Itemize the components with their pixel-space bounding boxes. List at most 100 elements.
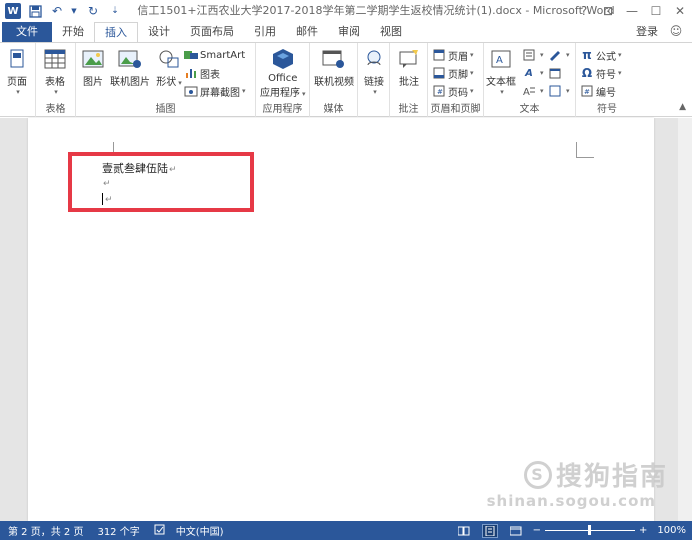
link-globe-icon: [361, 47, 387, 71]
page-count[interactable]: 第 2 页，共 2 页: [8, 523, 83, 538]
tab-references[interactable]: 引用: [244, 22, 286, 42]
crop-mark-top-right: [576, 142, 594, 158]
links-button[interactable]: 链接 ▾: [361, 47, 387, 96]
word-app-icon[interactable]: W: [4, 2, 22, 20]
collapse-ribbon-icon[interactable]: ▲: [679, 102, 686, 112]
zoom-level[interactable]: 100%: [657, 525, 686, 536]
numbering-button[interactable]: # 编号: [580, 83, 616, 99]
object-icon[interactable]: ▾: [548, 83, 570, 99]
group-label-comments: 批注: [398, 104, 419, 115]
minimize-icon[interactable]: —: [620, 0, 644, 22]
customize-qat-icon[interactable]: ⇣: [106, 2, 124, 20]
screenshot-button[interactable]: 屏幕截图 ▾: [184, 83, 246, 99]
ribbon: 页面 ▾ 表格 ▾ 表格 图片 联机图片 形状 ▾ SmartArt 图表 屏幕…: [0, 42, 692, 117]
group-illustrations: 图片 联机图片 形状 ▾ SmartArt 图表 屏幕截图 ▾ 插图: [76, 43, 256, 117]
print-layout-icon[interactable]: [481, 523, 498, 538]
document-area: 壹贰叁肆伍陆↵ ↵ ↵ S 搜狗指南 shinan.sogou.com: [0, 118, 692, 521]
chart-button[interactable]: 图表: [184, 65, 220, 81]
picture-button[interactable]: 图片: [80, 47, 106, 88]
redo-icon[interactable]: ↻: [84, 2, 102, 20]
group-label-tables: 表格: [45, 104, 66, 115]
status-bar: 第 2 页，共 2 页 312 个字 中文(中国) − + 100%: [0, 521, 692, 540]
page-number-button[interactable]: # 页码 ▾: [432, 83, 474, 99]
online-video-button[interactable]: 联机视频: [314, 47, 354, 88]
quick-parts-icon[interactable]: ▾: [522, 47, 544, 63]
pages-button[interactable]: 页面 ▾: [4, 47, 30, 96]
svg-text:#: #: [584, 88, 590, 96]
zoom-slider[interactable]: [545, 525, 636, 535]
group-label-header-footer: 页眉和页脚: [430, 104, 481, 115]
help-icon[interactable]: ?: [572, 0, 596, 22]
group-tables: 表格 ▾ 表格: [36, 43, 76, 117]
language[interactable]: 中文(中国): [176, 523, 224, 538]
office-store-icon: [270, 47, 296, 71]
group-header-footer: 页眉 ▾ 页脚 ▾ # 页码 ▾ 页眉和页脚: [428, 43, 484, 117]
group-symbols: π 公式 ▾ Ω 符号 ▾ # 编号 符号: [576, 43, 638, 117]
zoom-in-button[interactable]: +: [639, 525, 647, 536]
textbox-button[interactable]: A 文本框 ▾: [486, 47, 516, 96]
smartart-button[interactable]: SmartArt: [184, 47, 245, 63]
tab-home[interactable]: 开始: [52, 22, 94, 42]
page-number-icon: #: [432, 84, 446, 98]
drop-cap-icon[interactable]: A ▾: [522, 83, 544, 99]
tab-file[interactable]: 文件: [2, 22, 52, 42]
group-label-text: 文本: [519, 104, 540, 115]
feedback-smiley-icon[interactable]: ☺: [668, 24, 684, 40]
online-video-icon: [321, 47, 347, 71]
comment-button[interactable]: 批注: [396, 47, 422, 88]
login-link[interactable]: 登录: [636, 22, 658, 42]
page-icon: [4, 47, 30, 71]
zoom-slider-thumb[interactable]: [588, 525, 592, 535]
equation-button[interactable]: π 公式 ▾: [580, 47, 621, 63]
window-controls: ? ⊡ — ☐ ✕: [572, 0, 692, 22]
group-label-illustrations: 插图: [155, 104, 176, 115]
group-label-media: 媒体: [323, 104, 344, 115]
word-count[interactable]: 312 个字: [97, 523, 139, 538]
undo-dropdown-icon[interactable]: ▼: [70, 2, 78, 20]
group-links: 链接 ▾: [358, 43, 390, 117]
svg-text:#: #: [437, 88, 443, 96]
wordart-icon[interactable]: A ▾: [522, 65, 543, 81]
tab-mailings[interactable]: 邮件: [286, 22, 328, 42]
header-button[interactable]: 页眉 ▾: [432, 47, 474, 63]
footer-icon: [432, 66, 446, 80]
proofing-icon[interactable]: [154, 524, 166, 538]
online-picture-button[interactable]: 联机图片: [110, 47, 150, 88]
watermark-url: shinan.sogou.com: [486, 492, 656, 510]
office-apps-button[interactable]: Office 应用程序 ▾: [260, 47, 306, 99]
tab-insert[interactable]: 插入: [94, 21, 138, 43]
close-icon[interactable]: ✕: [668, 0, 692, 22]
tab-view[interactable]: 视图: [370, 22, 412, 42]
maximize-icon[interactable]: ☐: [644, 0, 668, 22]
shapes-icon: [156, 47, 182, 71]
shapes-button[interactable]: 形状 ▾: [156, 47, 182, 88]
table-icon: [42, 47, 68, 71]
tab-design[interactable]: 设计: [138, 22, 180, 42]
picture-icon: [80, 47, 106, 71]
status-right: − + 100%: [451, 521, 686, 540]
signature-line-icon[interactable]: ▾: [548, 47, 570, 63]
ribbon-display-options-icon[interactable]: ⊡: [596, 0, 620, 22]
symbol-button[interactable]: Ω 符号 ▾: [580, 65, 622, 81]
sogou-logo-icon: S: [523, 460, 552, 489]
group-apps: Office 应用程序 ▾ 应用程序: [256, 43, 310, 117]
footer-button[interactable]: 页脚 ▾: [432, 65, 474, 81]
header-icon: [432, 48, 446, 62]
table-button[interactable]: 表格 ▾: [42, 47, 68, 96]
group-pages: 页面 ▾: [0, 43, 36, 117]
web-layout-icon[interactable]: [509, 525, 523, 537]
tab-page-layout[interactable]: 页面布局: [180, 22, 244, 42]
undo-icon[interactable]: ↶: [48, 2, 66, 20]
tab-review[interactable]: 审阅: [328, 22, 370, 42]
read-mode-icon[interactable]: [457, 525, 471, 537]
save-icon[interactable]: [26, 2, 44, 20]
highlight-box: [68, 152, 254, 212]
smartart-icon: [184, 48, 198, 62]
comment-icon: [396, 47, 422, 71]
zoom-out-button[interactable]: −: [533, 525, 541, 536]
watermark: S 搜狗指南: [523, 456, 668, 493]
vertical-scrollbar[interactable]: [678, 118, 692, 521]
date-time-icon[interactable]: [548, 65, 564, 81]
online-picture-icon: [117, 47, 143, 71]
quick-access-toolbar: W ↶ ▼ ↻ ⇣: [0, 0, 128, 22]
